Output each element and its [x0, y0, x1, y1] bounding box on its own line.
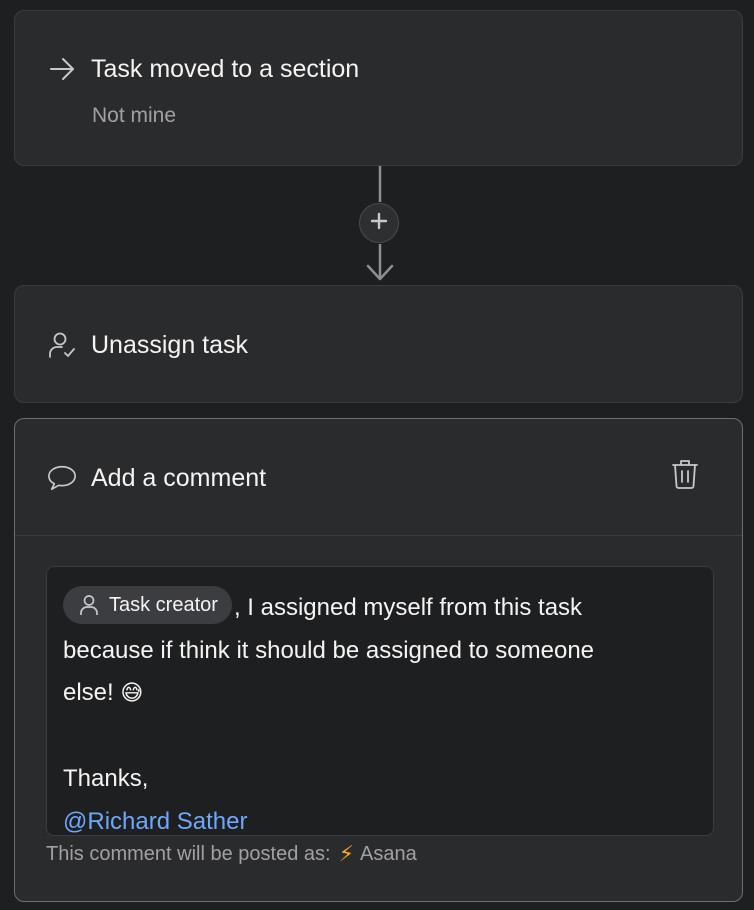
comment-text-line2: because if think it should be assigned t… — [63, 636, 595, 664]
arrow-right-icon — [47, 54, 77, 84]
comment-bubble-icon — [47, 463, 77, 493]
trigger-subtitle: Not mine — [92, 104, 177, 127]
comment-header: Add a comment — [47, 463, 266, 493]
trash-icon — [670, 458, 700, 495]
task-creator-chip[interactable]: Task creator — [63, 585, 232, 624]
mention-link[interactable]: @Richard Sather — [63, 801, 697, 844]
trigger-title: Task moved to a section — [91, 55, 360, 83]
trigger-header: Task moved to a section — [47, 54, 359, 84]
posted-as-label: This comment will be posted as: — [46, 842, 331, 865]
comment-editor[interactable]: Task creator , I assigned myself from thi… — [46, 566, 714, 836]
user-check-icon — [47, 330, 77, 360]
add-step-button[interactable] — [359, 203, 399, 243]
comment-title: Add a comment — [91, 464, 267, 492]
posted-as-name: Asana — [360, 842, 417, 865]
user-icon — [80, 594, 98, 615]
comment-thanks: Thanks, — [63, 765, 149, 792]
trigger-card[interactable]: Task moved to a section Not mine — [14, 10, 743, 166]
chip-label: Task creator — [109, 593, 218, 616]
delete-step-button[interactable] — [668, 459, 702, 493]
unassign-task-card[interactable]: Unassign task — [14, 285, 743, 403]
comment-text-line3: else! — [63, 679, 114, 706]
unassign-title: Unassign task — [91, 331, 249, 359]
add-comment-card[interactable]: Add a comment Task creator , I assigned m… — [14, 418, 743, 902]
plus-icon — [370, 212, 388, 235]
comment-line-3: else! 😅 — [63, 672, 697, 716]
step-connector — [358, 166, 402, 285]
emoji-sweat-smile: 😅 — [120, 681, 144, 706]
unassign-header: Unassign task — [47, 330, 248, 360]
card-divider — [15, 535, 742, 536]
lightning-bolt-icon: ⚡ — [338, 841, 355, 866]
comment-line-1: Task creator , I assigned myself from thi… — [63, 585, 697, 630]
comment-text-line1: , I assigned myself from this task — [233, 594, 583, 621]
posted-as-note: This comment will be posted as: ⚡ Asana — [46, 841, 417, 867]
